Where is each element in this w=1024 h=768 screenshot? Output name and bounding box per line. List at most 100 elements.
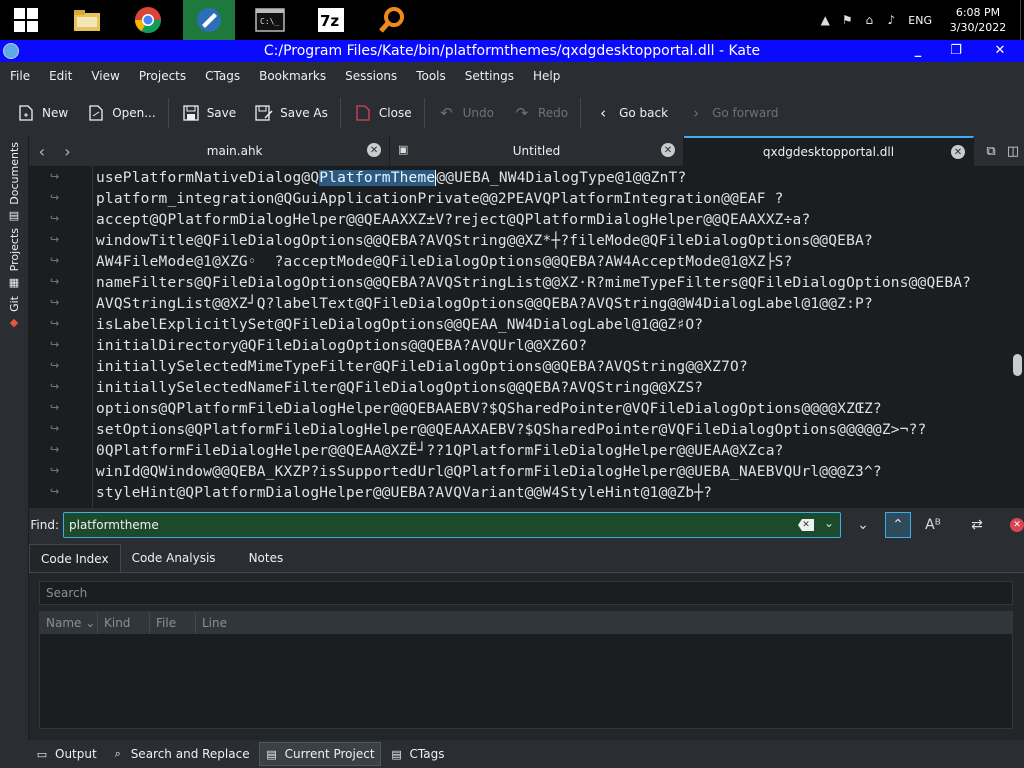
code-index-search-input[interactable]: Search: [39, 581, 1013, 605]
search-and-replace-button[interactable]: ⌕ Search and Replace: [106, 742, 255, 766]
code-line: styleHint@QPlatformDialogHelper@@UEBA?AV…: [96, 485, 713, 501]
find-input[interactable]: platformtheme ✕ ⌄: [63, 512, 841, 538]
code-text-area[interactable]: usePlatformNativeDialog@QPlatformTheme@@…: [96, 166, 1010, 508]
redo-button[interactable]: ↷ Redo: [506, 98, 574, 128]
scrollbar-thumb[interactable]: [1013, 354, 1022, 376]
code-line: platform_integration@QGuiApplicationPriv…: [96, 191, 784, 207]
close-document-icon: [353, 103, 373, 123]
taskbar-kate[interactable]: [183, 0, 235, 40]
go-forward-button[interactable]: › Go forward: [680, 98, 784, 128]
menu-bookmarks[interactable]: Bookmarks: [252, 69, 333, 83]
tab-close-icon[interactable]: ✕: [367, 143, 382, 157]
menu-file[interactable]: File: [3, 69, 37, 83]
menu-ctags[interactable]: CTags: [198, 69, 247, 83]
tab-notes[interactable]: Notes: [227, 544, 295, 572]
ctags-button[interactable]: ▤ CTags: [385, 742, 450, 766]
tab-scroll-left-icon[interactable]: ‹: [39, 142, 45, 161]
tray-volume-muted-icon[interactable]: ♪: [880, 0, 902, 40]
split-view-icon[interactable]: ◫: [1002, 140, 1024, 162]
windows-start-button[interactable]: [0, 0, 52, 40]
save-as-button[interactable]: Save As: [248, 98, 334, 128]
close-find-bar-icon[interactable]: ✕: [1010, 518, 1024, 532]
tray-clock[interactable]: 6:08 PM 3/30/2022: [942, 5, 1014, 35]
code-line: initialDirectory@QFileDialogOptions@@QEB…: [96, 338, 588, 354]
code-line: options@QPlatformFileDialogHelper@@QEBAA…: [96, 401, 882, 417]
find-previous-button[interactable]: ⌃: [885, 512, 911, 538]
undo-label: Undo: [462, 106, 494, 120]
column-line[interactable]: Line: [196, 612, 256, 634]
wrap-indicator-icon: ↪: [50, 422, 60, 435]
find-label: Find:: [30, 518, 59, 532]
menu-tools[interactable]: Tools: [409, 69, 453, 83]
code-line: 0QPlatformFileDialogHelper@@QEAA@XZË┘??1…: [96, 443, 784, 459]
minimize-button[interactable]: _: [900, 40, 936, 60]
tab-untitled[interactable]: ▣ Untitled ✕: [390, 136, 684, 166]
tray-overflow-icon[interactable]: ▲: [814, 0, 836, 40]
match-case-button[interactable]: Aᴮ: [920, 512, 946, 538]
code-editor[interactable]: ↪ ↪ ↪ ↪ ↪ ↪ ↪ ↪ ↪ ↪ ↪ ↪ ↪ ↪ ↪ ↪ usePlatf…: [29, 166, 1024, 508]
tab-qxdgdesktopportal[interactable]: qxdgdesktopportal.dll ✕: [683, 136, 974, 166]
code-line: accept@QPlatformDialogHelper@@QEAAXXZ±V?…: [96, 212, 811, 228]
tab-main-ahk[interactable]: main.ahk ✕: [80, 136, 391, 166]
wrap-indicator-icon: ↪: [50, 254, 60, 267]
projects-icon: ▦: [8, 275, 20, 289]
open-button[interactable]: Open...: [80, 98, 162, 128]
column-file[interactable]: File: [150, 612, 196, 634]
clear-input-icon[interactable]: ✕: [798, 519, 814, 531]
terminal-icon: C:\_: [255, 8, 285, 32]
menu-sessions[interactable]: Sessions: [338, 69, 404, 83]
taskbar-chrome[interactable]: [122, 0, 174, 40]
taskbar-7zip[interactable]: 7z: [305, 0, 357, 40]
column-name[interactable]: Name ⌄: [40, 612, 98, 634]
find-history-chevron-icon[interactable]: ⌄: [824, 516, 834, 530]
maximize-button[interactable]: ❐: [938, 40, 974, 60]
sidebar-projects-tab[interactable]: Projects ▦: [4, 228, 24, 289]
menu-help[interactable]: Help: [526, 69, 567, 83]
tray-language[interactable]: ENG: [908, 14, 932, 27]
wrap-indicator-icon: ↪: [50, 233, 60, 246]
show-desktop-button[interactable]: [1020, 0, 1024, 40]
match-case-icon: Aᴮ: [925, 517, 941, 533]
save-as-label: Save As: [280, 106, 328, 120]
menu-view[interactable]: View: [84, 69, 126, 83]
left-sidebar: Documents ▤ Projects ▦ Git ◆: [0, 136, 29, 748]
output-icon: ▭: [36, 747, 48, 761]
tab-code-index[interactable]: Code Index: [29, 544, 121, 572]
undo-button[interactable]: ↶ Undo: [431, 98, 500, 128]
output-button[interactable]: ▭ Output: [30, 742, 102, 766]
taskbar-terminal[interactable]: C:\_: [244, 0, 296, 40]
tab-close-icon[interactable]: ✕: [660, 143, 675, 157]
close-document-button[interactable]: Close: [347, 98, 418, 128]
find-bar: Find: platformtheme ✕ ⌄ ⌄ ⌃ Aᴮ ⇄ ✕: [29, 508, 1024, 542]
save-button[interactable]: Save: [175, 98, 242, 128]
quick-open-icon[interactable]: ⧉: [980, 140, 1002, 162]
sidebar-git-tab[interactable]: Git ◆: [4, 296, 24, 330]
undo-icon: ↶: [440, 104, 453, 122]
go-back-button[interactable]: ‹ Go back: [587, 98, 674, 128]
close-window-button[interactable]: ✕: [976, 40, 1024, 60]
sidebar-documents-tab[interactable]: Documents ▤: [4, 142, 24, 223]
menu-projects[interactable]: Projects: [132, 69, 193, 83]
column-kind[interactable]: Kind: [98, 612, 150, 634]
tab-close-icon[interactable]: ✕: [951, 145, 965, 159]
kate-taskbar-icon: [197, 8, 221, 32]
tray-network-icon[interactable]: ⌂: [858, 0, 880, 40]
editor-vertical-scrollbar[interactable]: [1010, 166, 1024, 508]
menu-settings[interactable]: Settings: [458, 69, 521, 83]
save-label: Save: [206, 106, 237, 120]
new-button[interactable]: New: [10, 98, 74, 128]
taskbar-search-app[interactable]: [366, 0, 418, 40]
wrap-indicator-icon: ↪: [50, 485, 60, 498]
taskbar-file-explorer[interactable]: [61, 0, 113, 40]
find-next-button[interactable]: ⌄: [850, 512, 876, 538]
tray-flag-icon[interactable]: ⚑: [836, 0, 858, 40]
settings-sliders-icon: ⇄: [971, 517, 983, 533]
bottom-tool-panel: Code Index Code Analysis Notes Search Na…: [29, 542, 1024, 740]
git-icon: ◆: [9, 316, 19, 330]
menu-edit[interactable]: Edit: [42, 69, 79, 83]
tab-scroll-right-icon[interactable]: ›: [64, 142, 70, 161]
find-replace-options-button[interactable]: ⇄: [964, 512, 990, 538]
tab-code-analysis[interactable]: Code Analysis: [121, 544, 227, 572]
code-index-table[interactable]: Name ⌄ Kind File Line: [39, 611, 1013, 729]
current-project-button[interactable]: ▤ Current Project: [258, 742, 381, 766]
